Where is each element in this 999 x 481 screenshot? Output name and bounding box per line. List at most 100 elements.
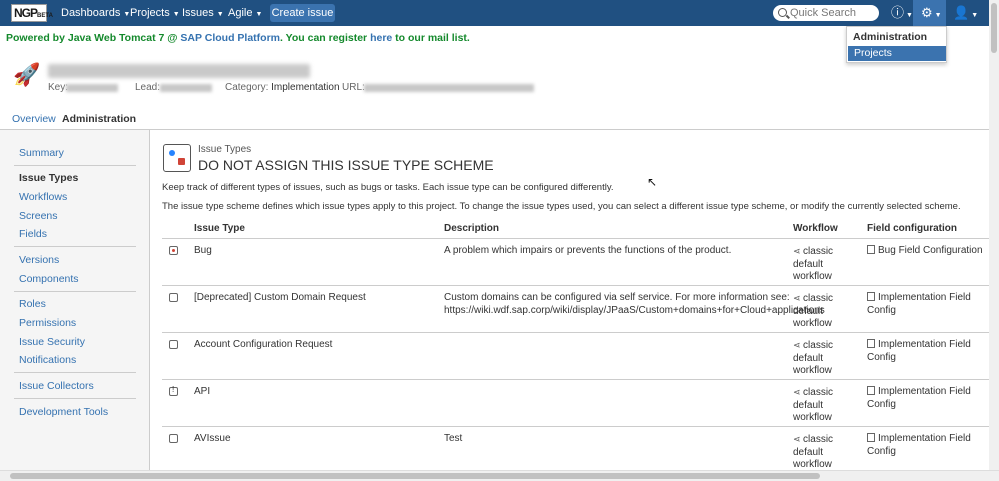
workflow-link[interactable]: ⋖ classic default workflow [793,292,833,331]
workflow-link[interactable]: ⋖ classic default workflow [793,433,833,472]
announcement-banner: Powered by Java Web Tomcat 7 @ SAP Cloud… [6,32,470,44]
top-navigation-bar: NGPBETA Dashboards ▼ Projects ▼ Issues ▼ Ag… [0,0,999,26]
sidebar-item-summary[interactable]: Summary [19,147,64,159]
workflow-link[interactable]: ⋖ classic default workflow [793,386,833,425]
workflow-name: workflow [793,459,832,470]
sidebar-item-issue-types[interactable]: Issue Types [19,172,78,184]
workflow-name: default [793,446,824,458]
project-lead-blurred [160,84,212,92]
project-url: URL: [342,82,365,93]
field-config-icon [867,433,875,442]
tab-administration[interactable]: Administration [62,113,136,125]
workflow-name: workflow [793,318,832,329]
description-text: Keep track of different types of issues,… [162,182,614,193]
chevron-down-icon: ▼ [172,11,180,18]
help-icon[interactable]: ⓘ ▼ [891,4,913,22]
quick-search-placeholder: Quick Search [790,7,857,19]
rocket-icon: 🚀 [13,62,41,87]
workflow-link[interactable]: ⋖ classic default workflow [793,245,833,284]
category-value[interactable]: Implementation [271,82,339,93]
sidebar-item-components[interactable]: Components [19,273,79,285]
workflow-icon: ⋖ [793,434,804,444]
horizontal-scrollbar-thumb[interactable] [10,473,820,479]
workflow-name: classic [803,246,834,257]
logo-subtext: BETA [37,13,53,19]
admin-gear-button[interactable]: ⚙ ▼ [913,0,946,26]
workflow-link[interactable]: ⋖ classic default workflow [793,339,833,378]
issue-types-page-icon [163,144,191,172]
sap-cloud-platform-link[interactable]: SAP Cloud Platform [180,32,280,44]
field-configuration-link[interactable]: Implementation Field Config [867,433,999,458]
workflow-name: workflow [793,365,832,376]
gear-icon: ⚙ ▼ [921,5,942,20]
sidebar-item-notifications[interactable]: Notifications [19,354,76,366]
sidebar-item-fields[interactable]: Fields [19,228,47,240]
admin-dropdown-menu: Administration Projects [846,26,947,63]
url-label: URL: [342,82,365,93]
sidebar-item-permissions[interactable]: Permissions [19,317,76,329]
chevron-down-icon: ▼ [216,11,224,18]
sidebar-item-development-tools[interactable]: Development Tools [19,406,108,418]
issue-type-description: Test [444,433,463,444]
field-configuration-link[interactable]: Bug Field Configuration [867,245,983,258]
table-divider [162,285,999,286]
workflow-name: classic [803,387,834,398]
issue-type-name: Bug [194,245,212,256]
vertical-scrollbar[interactable] [989,0,999,481]
field-config-icon [867,245,875,254]
api-icon [169,385,178,396]
nav-agile[interactable]: Agile ▼ [228,7,262,19]
nav-dashboards[interactable]: Dashboards ▼ [61,7,130,19]
register-here-link[interactable]: here [370,32,392,44]
issue-type-name: AVIssue [194,433,231,444]
workflow-name: classic [803,434,834,445]
field-configuration-link[interactable]: Implementation Field Config [867,386,999,411]
project-key-blurred [66,84,118,92]
task-icon [169,340,178,349]
field-config-name: Implementation Field Config [867,386,971,410]
issue-type-description: A problem which impairs or prevents the … [444,245,732,256]
column-header-field-configuration: Field configuration [867,223,957,234]
workflow-name: default [793,399,824,411]
sidebar-item-versions[interactable]: Versions [19,254,59,266]
app-logo[interactable]: NGPBETA [11,4,53,22]
workflow-name: workflow [793,412,832,423]
sidebar-item-screens[interactable]: Screens [19,210,58,222]
workflow-name: workflow [793,271,832,282]
task-icon [169,434,178,443]
table-divider [162,426,999,427]
field-configuration-link[interactable]: Implementation Field Config [867,292,999,317]
description-line: https://wiki.wdf.sap.corp/wiki/display/J… [444,304,825,316]
task-icon [169,293,178,302]
chevron-down-icon: ▼ [255,11,263,18]
field-config-name: Implementation Field Config [867,292,971,316]
project-lead: Lead: [135,82,160,93]
horizontal-scrollbar[interactable] [0,470,999,481]
banner-text: to our mail list. [392,32,470,44]
project-key: Key: [48,82,68,93]
sidebar-divider [14,291,136,292]
sidebar-item-roles[interactable]: Roles [19,298,46,310]
table-divider [162,332,999,333]
nav-projects[interactable]: Projects ▼ [130,7,180,19]
workflow-name: classic [803,340,834,351]
user-icon[interactable]: 👤 ▼ [953,4,978,22]
admin-sidebar: Summary Issue Types Workflows Screens Fi… [0,130,150,481]
lead-label: Lead: [135,82,161,93]
banner-text: . You can register [280,32,371,44]
dropdown-item-projects[interactable]: Projects [848,46,946,61]
project-tabs: Overview Administration [0,110,999,130]
sidebar-item-issue-security[interactable]: Issue Security [19,336,85,348]
description-text: The issue type scheme defines which issu… [162,201,961,212]
table-divider [162,238,999,239]
create-issue-button[interactable]: Create issue [270,4,335,22]
sidebar-item-issue-collectors[interactable]: Issue Collectors [19,380,94,392]
tab-overview[interactable]: Overview [12,113,56,125]
column-header-issue-type: Issue Type [194,223,245,234]
vertical-scrollbar-thumb[interactable] [991,3,997,53]
workflow-name: classic [803,293,834,304]
field-configuration-link[interactable]: Implementation Field Config [867,339,999,364]
quick-search-input[interactable]: Quick Search [773,5,879,21]
sidebar-item-workflows[interactable]: Workflows [19,191,67,203]
nav-issues[interactable]: Issues ▼ [182,7,224,19]
